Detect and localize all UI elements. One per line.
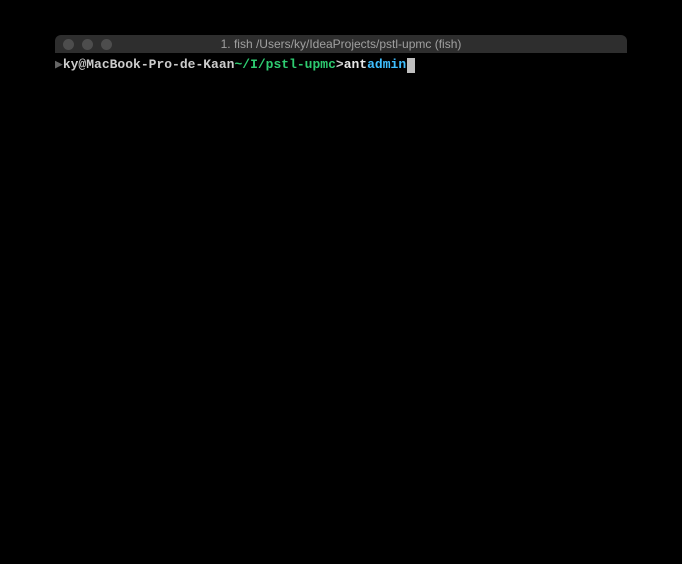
terminal-window: 1. fish /Users/ky/IdeaProjects/pstl-upmc… <box>55 35 627 73</box>
prompt-arrow-icon: ▶ <box>55 57 63 73</box>
prompt-line: ▶ky@MacBook-Pro-de-Kaan ~/I/pstl-upmc> a… <box>55 57 627 73</box>
terminal-body[interactable]: ▶ky@MacBook-Pro-de-Kaan ~/I/pstl-upmc> a… <box>55 53 627 73</box>
minimize-icon[interactable] <box>82 39 93 50</box>
maximize-icon[interactable] <box>101 39 112 50</box>
window-controls <box>63 39 112 50</box>
command-text: ant <box>344 57 367 73</box>
titlebar: 1. fish /Users/ky/IdeaProjects/pstl-upmc… <box>55 35 627 53</box>
prompt-path: ~/I/pstl-upmc <box>234 57 335 73</box>
prompt-symbol: > <box>336 57 344 73</box>
window-title: 1. fish /Users/ky/IdeaProjects/pstl-upmc… <box>55 37 627 51</box>
close-icon[interactable] <box>63 39 74 50</box>
cursor <box>407 58 415 73</box>
command-arg: admin <box>367 57 406 73</box>
prompt-user-host: ky@MacBook-Pro-de-Kaan <box>63 57 235 73</box>
